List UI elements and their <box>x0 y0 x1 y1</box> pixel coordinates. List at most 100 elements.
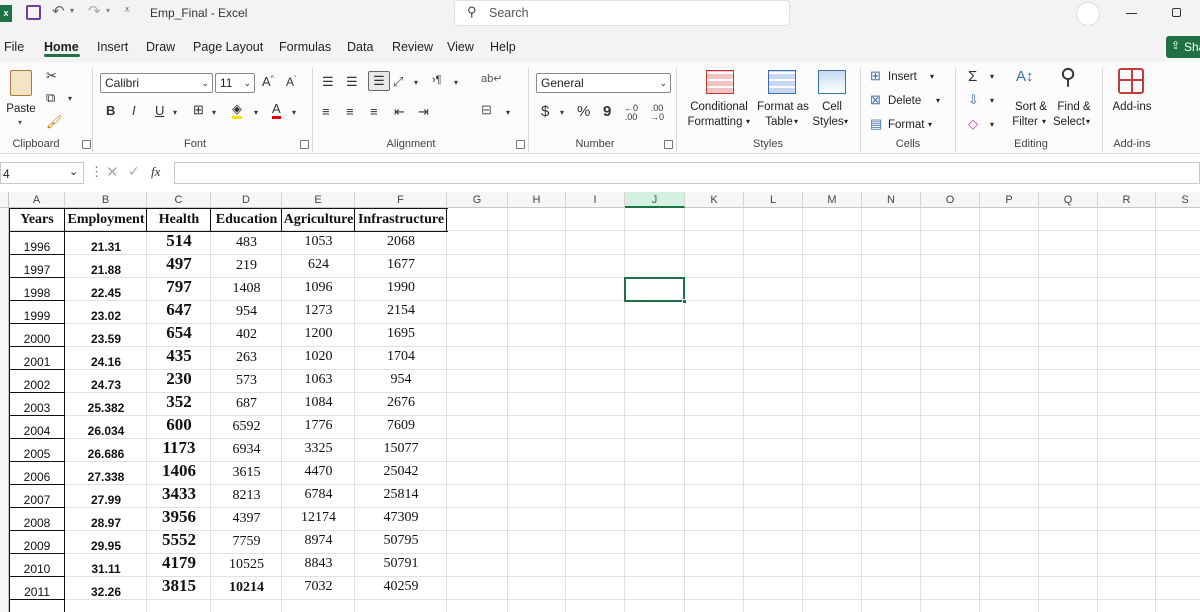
cell-employment[interactable]: 28.97 <box>65 512 147 534</box>
cell-education[interactable]: 4397 <box>211 508 282 530</box>
alignment-launcher-icon[interactable] <box>516 140 525 149</box>
redo-icon[interactable]: ↷ <box>88 2 101 20</box>
cell-infrastructure[interactable]: 1704 <box>355 346 447 368</box>
increase-indent-icon[interactable]: ⇥ <box>418 104 429 120</box>
cell-infrastructure[interactable]: 1990 <box>355 277 447 299</box>
cell-health[interactable]: 497 <box>147 253 211 275</box>
cell-health[interactable]: 230 <box>147 368 211 390</box>
number-format-select[interactable]: General ⌄ <box>536 73 671 93</box>
format-cells-icon[interactable]: ▤ <box>870 116 882 132</box>
cell-employment[interactable]: 21.88 <box>65 259 147 281</box>
font-launcher-icon[interactable] <box>300 140 309 149</box>
cell-agriculture[interactable]: 7032 <box>282 576 355 598</box>
fill-icon[interactable]: ⇩ <box>968 92 979 108</box>
cell-health[interactable]: 1173 <box>147 437 211 459</box>
formula-input[interactable] <box>174 162 1200 184</box>
column-header-k[interactable]: K <box>685 192 744 208</box>
insert-cells-label[interactable]: Insert <box>888 70 917 85</box>
cell-health[interactable]: 3815 <box>147 575 211 597</box>
font-size-select[interactable]: 11 ⌄ <box>215 73 255 93</box>
cell-health[interactable]: 3433 <box>147 483 211 505</box>
column-header-p[interactable]: P <box>980 192 1039 208</box>
cell-styles-icon[interactable] <box>818 70 846 94</box>
row-headers[interactable] <box>0 208 9 612</box>
cell-years[interactable]: 2011 <box>9 581 65 603</box>
align-middle-icon[interactable]: ☰ <box>346 74 358 90</box>
cell-education[interactable]: 6592 <box>211 416 282 438</box>
bold-button[interactable]: B <box>106 103 115 118</box>
column-header-r[interactable]: R <box>1098 192 1156 208</box>
align-right-icon[interactable]: ≡ <box>370 104 378 119</box>
align-center-icon[interactable]: ≡ <box>346 104 354 119</box>
cell-health[interactable]: 600 <box>147 414 211 436</box>
cell-education[interactable]: 954 <box>211 301 282 323</box>
cell-health[interactable]: 4179 <box>147 552 211 574</box>
cell-years[interactable]: 2010 <box>9 558 65 580</box>
copy-dropdown-icon[interactable]: ▾ <box>68 94 72 103</box>
cell-infrastructure[interactable]: 1677 <box>355 254 447 276</box>
cell-infrastructure[interactable]: 50795 <box>355 530 447 552</box>
column-header-o[interactable]: O <box>921 192 980 208</box>
cell-employment[interactable]: 26.686 <box>65 443 147 465</box>
cell-employment[interactable]: 31.11 <box>65 558 147 580</box>
increase-decimal-icon[interactable]: ←0.00 <box>624 104 638 122</box>
merge-dropdown-icon[interactable]: ▾ <box>506 108 510 117</box>
underline-button[interactable]: U <box>155 103 164 118</box>
cell-employment[interactable]: 25.382 <box>65 397 147 419</box>
column-header-b[interactable]: B <box>65 192 147 208</box>
cell-agriculture[interactable]: 1020 <box>282 346 355 368</box>
align-left-icon[interactable]: ≡ <box>322 104 330 119</box>
text-direction-dropdown-icon[interactable]: ▾ <box>454 78 458 87</box>
orientation-dropdown-icon[interactable]: ▾ <box>414 78 418 87</box>
cell-education[interactable]: 7759 <box>211 531 282 553</box>
cell-health[interactable]: 435 <box>147 345 211 367</box>
cell-years[interactable]: 2006 <box>9 466 65 488</box>
cell-employment[interactable]: 32.26 <box>65 581 147 603</box>
borders-dropdown-icon[interactable]: ▾ <box>212 108 216 117</box>
cell-agriculture[interactable]: 4470 <box>282 461 355 483</box>
redo-dropdown-icon[interactable]: ▾ <box>106 6 110 15</box>
decrease-indent-icon[interactable]: ⇤ <box>394 104 405 120</box>
font-name-select[interactable]: Calibri ⌄ <box>100 73 213 93</box>
tab-insert[interactable]: Insert <box>97 40 128 54</box>
cell-agriculture[interactable]: 1200 <box>282 323 355 345</box>
header-agriculture[interactable]: Agriculture <box>282 209 355 231</box>
restore-icon[interactable] <box>1172 8 1181 17</box>
cell-infrastructure[interactable]: 2154 <box>355 300 447 322</box>
copy-icon[interactable]: ⧉ <box>46 90 55 106</box>
header-employment[interactable]: Employment <box>65 209 147 231</box>
cell-infrastructure[interactable]: 1695 <box>355 323 447 345</box>
align-top-icon[interactable]: ☰ <box>322 74 334 90</box>
currency-button[interactable]: $ <box>541 103 549 120</box>
cell-agriculture[interactable]: 1096 <box>282 277 355 299</box>
cell-education[interactable]: 10525 <box>211 554 282 576</box>
cell-agriculture[interactable]: 3325 <box>282 438 355 460</box>
underline-dropdown-icon[interactable]: ▾ <box>173 108 177 117</box>
find-select-icon[interactable]: ⚲ <box>1060 64 1076 90</box>
cell-employment[interactable]: 29.95 <box>65 535 147 557</box>
fill-dropdown-icon[interactable]: ▾ <box>990 96 994 105</box>
font-color-icon[interactable]: A <box>272 102 281 119</box>
cell-infrastructure[interactable]: 7609 <box>355 415 447 437</box>
cell-years[interactable]: 1999 <box>9 305 65 327</box>
column-header-g[interactable]: G <box>447 192 508 208</box>
column-header-q[interactable]: Q <box>1039 192 1098 208</box>
cell-infrastructure[interactable]: 954 <box>355 369 447 391</box>
cell-education[interactable]: 402 <box>211 324 282 346</box>
cell-education[interactable]: 8213 <box>211 485 282 507</box>
column-header-f[interactable]: F <box>355 192 447 208</box>
search-box[interactable]: ⚲ Search <box>454 0 790 26</box>
cell-years[interactable]: 1996 <box>9 236 65 258</box>
column-header-i[interactable]: I <box>566 192 625 208</box>
column-header-a[interactable]: A <box>9 192 65 208</box>
customize-toolbar-icon[interactable]: ⩡ <box>124 4 130 17</box>
find-select-label-2[interactable]: Select <box>1052 115 1086 130</box>
cell-agriculture[interactable]: 1063 <box>282 369 355 391</box>
addins-icon[interactable] <box>1118 68 1144 94</box>
cell-education[interactable]: 3615 <box>211 462 282 484</box>
cell-years[interactable]: 1998 <box>9 282 65 304</box>
cell-education[interactable]: 573 <box>211 370 282 392</box>
column-header-j[interactable]: J <box>625 192 685 208</box>
merge-center-icon[interactable]: ⊟ <box>481 102 492 118</box>
cell-agriculture[interactable]: 6784 <box>282 484 355 506</box>
